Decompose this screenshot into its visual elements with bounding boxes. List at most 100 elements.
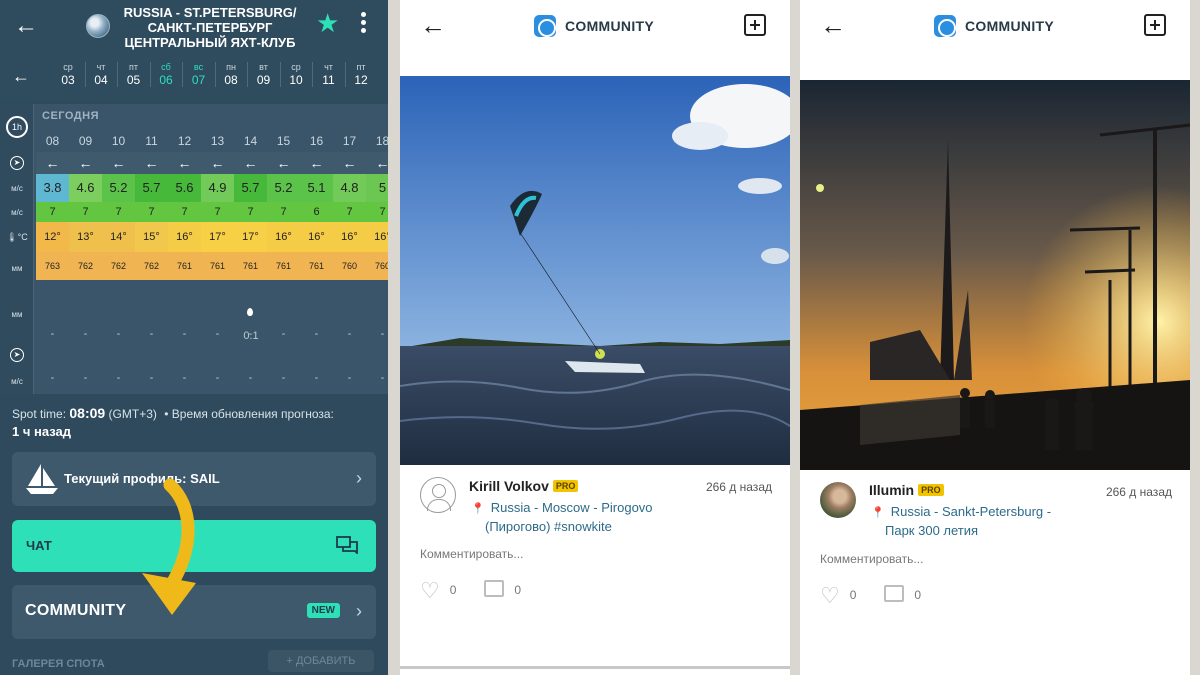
today-label: СЕГОДНЯ [42, 110, 99, 122]
wave-cell: - [380, 372, 385, 384]
wind-arrow-icon: ← [210, 155, 225, 171]
back-arrow-icon[interactable]: ← [14, 12, 38, 40]
community-title: COMMUNITY [565, 18, 655, 34]
bullet-separator: • [164, 407, 169, 421]
chat-bubbles-icon [336, 536, 358, 554]
wave-cell: - [50, 372, 55, 384]
day-tab[interactable]: пн 08 [214, 62, 247, 87]
spot-title-line3: ЦЕНТРАЛЬНЫЙ ЯХТ-КЛУБ [124, 35, 296, 50]
hour-cell: 12 [177, 134, 192, 148]
temp-cell: 16° [168, 222, 201, 252]
interval-toggle[interactable]: 1h [6, 116, 28, 138]
wind-speed-cell: 4.9 [201, 174, 234, 202]
wave-cell: - [215, 372, 220, 384]
hour-cell: 11 [145, 134, 158, 148]
user-avatar[interactable] [820, 482, 856, 518]
add-post-icon[interactable] [744, 14, 766, 36]
gallery-label: ГАЛЕРЕЯ СПОТА [12, 658, 105, 670]
add-photo-button[interactable]: + ДОБАВИТЬ [268, 650, 374, 672]
chevron-right-icon: › [356, 468, 362, 488]
post-photo-sunset[interactable] [800, 80, 1190, 470]
chat-button[interactable]: ЧАТ [12, 520, 376, 572]
more-menu-icon[interactable] [358, 12, 368, 36]
post-author[interactable]: Illumin PRO [869, 482, 944, 498]
day-tab[interactable]: пт 05 [117, 62, 149, 87]
wave-cell: - [248, 372, 253, 384]
community-button[interactable]: COMMUNITY NEW › [12, 585, 376, 639]
wind-arrow-icon: ← [177, 155, 192, 171]
hour-cell: 18 [375, 134, 388, 148]
back-arrow-icon[interactable]: ← [420, 10, 446, 41]
back-arrow-icon[interactable]: ← [820, 10, 846, 41]
wind-speed-cell: 3.8 [36, 174, 69, 202]
community-title: COMMUNITY [965, 18, 1055, 34]
day-number: 07 [191, 73, 206, 87]
spot-time-value: 08:09 [69, 405, 106, 421]
temp-unit-label: 🌡°C [0, 232, 34, 243]
like-count: 0 [449, 583, 457, 597]
pressure-cell: 762 [110, 261, 127, 271]
day-number: 05 [126, 73, 141, 87]
day-number: 04 [94, 73, 108, 87]
day-tab[interactable]: ср 03 [52, 62, 84, 87]
precip-cell: - [281, 328, 286, 340]
post-actions: ♡ 0 0 [820, 583, 921, 609]
day-tab[interactable]: вт 09 [247, 62, 279, 87]
community-screen-1: ← COMMUNITY Kirill Volkov PRO 266 д наза… [400, 0, 790, 675]
temp-row: 12°13°14°15°16°17°17°16°16°16°16° [36, 222, 388, 252]
sailboat-icon [26, 464, 58, 494]
wind-arrow-icon: ← [78, 155, 93, 171]
pro-badge: PRO [918, 484, 944, 496]
temp-cell: 17° [201, 222, 234, 252]
day-tab[interactable]: ср 10 [279, 62, 312, 87]
precip-cell: - [116, 328, 121, 340]
pressure-cell: 760 [374, 261, 388, 271]
like-heart-icon[interactable]: ♡ [420, 578, 440, 604]
new-badge: NEW [306, 603, 340, 618]
day-name: вт [259, 62, 268, 72]
hours-row: 08 09 10 11 12 13 14 15 16 17 18 [36, 130, 388, 152]
day-tab[interactable]: сб 06 [149, 62, 182, 87]
day-tab[interactable]: вс 07 [182, 62, 214, 87]
add-post-icon[interactable] [1144, 14, 1166, 36]
divider [400, 666, 790, 669]
comment-bubble-icon[interactable] [484, 580, 505, 597]
comment-input[interactable]: Комментировать... [420, 547, 523, 561]
like-heart-icon[interactable]: ♡ [820, 583, 840, 609]
precip-cell: - [314, 328, 319, 340]
wind-arrow-icon: ← [375, 155, 389, 171]
post-location[interactable]: 📍 Russia - Sankt-Petersburg - Парк 300 ле… [871, 503, 1051, 539]
profile-card[interactable]: Текущий профиль: SAIL › [12, 452, 376, 506]
pro-badge: PRO [552, 480, 579, 492]
day-tab[interactable]: пт 12 [344, 62, 377, 87]
wind-arrow-icon: ← [111, 155, 126, 171]
favorite-star-icon[interactable]: ★ [316, 10, 339, 36]
wind-arrow-icon: ← [144, 155, 159, 171]
author-name: Illumin [869, 482, 915, 498]
post-time: 266 д назад [705, 480, 772, 494]
forecast-table: 1h ➤ м/с м/с 🌡°C мм мм ➤ м/с СЕГОДНЯ 08 0… [0, 104, 388, 394]
day-tab[interactable]: чт 11 [312, 62, 344, 87]
day-tab[interactable]: чт 04 [84, 62, 117, 87]
precip-cell: - [380, 328, 385, 340]
day-back-arrow-icon[interactable]: ← [12, 66, 30, 87]
temp-cell: 17° [234, 222, 267, 252]
temp-unit-text: °C [17, 232, 28, 242]
hour-cell: 16 [309, 134, 324, 148]
gust-cell: 6 [313, 206, 320, 218]
day-number: 08 [224, 73, 238, 87]
comment-input[interactable]: Комментировать... [820, 552, 923, 566]
forecast-screen: ← RUSSIA - ST.PETERSBURG/ САНКТ-ПЕТЕРБУР… [0, 0, 388, 675]
user-avatar-placeholder[interactable] [420, 477, 456, 513]
post-photo-kitesurf[interactable] [400, 76, 790, 465]
gust-cell: 7 [214, 206, 221, 218]
wave-cell: - [149, 372, 154, 384]
wind-speed-cell: 5 [366, 174, 388, 202]
press-row: 763 762 762 762 761 761 761 761 761 760 760 [36, 252, 388, 280]
author-name: Kirill Volkov [469, 478, 549, 494]
post-author[interactable]: Kirill Volkov PRO [469, 478, 579, 494]
spot-title: RUSSIA - ST.PETERSBURG/ САНКТ-ПЕТЕРБУРГ … [110, 5, 310, 50]
comment-bubble-icon[interactable] [884, 585, 905, 602]
post-location[interactable]: 📍 Russia - Moscow - Pirogovo (Пирогово) #… [471, 499, 653, 535]
temp-cell: 12° [36, 222, 69, 252]
